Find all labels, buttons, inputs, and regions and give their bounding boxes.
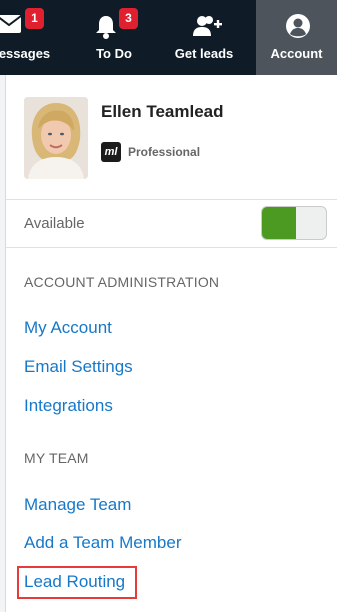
nav-get-leads[interactable]: Get leads	[160, 0, 256, 75]
availability-toggle[interactable]	[261, 206, 327, 240]
nav-account-label: Account	[270, 46, 323, 61]
section-heading-my-team: MY TEAM	[24, 450, 89, 466]
link-add-team-member[interactable]: Add a Team Member	[24, 533, 181, 553]
user-name: Ellen Teamlead	[101, 102, 224, 121]
divider	[6, 199, 337, 200]
bell-icon	[94, 14, 118, 45]
link-my-account[interactable]: My Account	[24, 318, 112, 338]
envelope-icon	[0, 13, 24, 40]
nav-todo[interactable]: 3 To Do	[80, 0, 160, 75]
messages-badge: 1	[25, 8, 44, 29]
nav-account[interactable]: Account	[256, 0, 337, 75]
nav-messages[interactable]: 1 Messages	[0, 0, 80, 75]
top-navigation: 1 Messages 3 To Do Get leads	[0, 0, 337, 75]
avatar	[24, 97, 88, 179]
todo-badge: 3	[119, 8, 138, 29]
highlight-box	[17, 566, 137, 599]
link-integrations[interactable]: Integrations	[24, 396, 113, 416]
nav-get-leads-label: Get leads	[174, 46, 234, 61]
add-person-icon	[193, 15, 223, 42]
plan-name: Professional	[128, 145, 201, 159]
nav-todo-label: To Do	[96, 46, 132, 61]
divider	[6, 247, 337, 248]
link-email-settings[interactable]: Email Settings	[24, 357, 133, 377]
user-circle-icon	[285, 13, 311, 44]
section-heading-account-administration: ACCOUNT ADMINISTRATION	[24, 274, 220, 290]
availability-label: Available	[24, 215, 85, 232]
nav-messages-label: Messages	[0, 46, 51, 61]
plan-logo: ml	[101, 142, 121, 162]
account-dropdown: Ellen Teamlead ml Professional Available…	[5, 75, 337, 612]
toggle-on-indicator	[262, 207, 296, 239]
link-manage-team[interactable]: Manage Team	[24, 495, 131, 515]
